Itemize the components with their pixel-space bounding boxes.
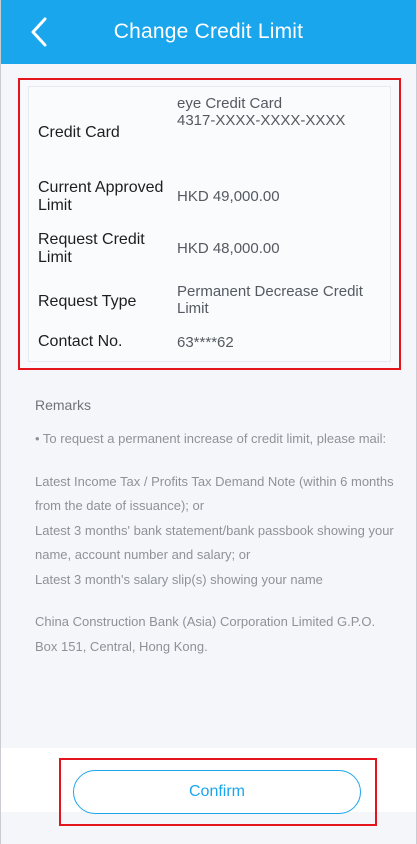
chevron-left-icon (31, 17, 47, 47)
detail-value: HKD 48,000.00 (177, 240, 280, 257)
detail-row-credit-card: Credit Card eye Credit Card 4317-XXXX-XX… (29, 95, 390, 155)
remarks-item: Latest Income Tax / Profits Tax Demand N… (35, 473, 394, 514)
detail-label: Request Type (38, 293, 137, 310)
request-details-highlight: Credit Card eye Credit Card 4317-XXXX-XX… (18, 78, 401, 370)
detail-row-request-type: Request Type Permanent Decrease Credit L… (29, 283, 390, 327)
detail-label: Credit Card (38, 124, 120, 141)
remarks-item: Latest 3 month's salary slip(s) showing … (35, 571, 323, 587)
detail-value: eye Credit Card 4317-XXXX-XXXX-XXXX (177, 95, 346, 129)
remarks-intro: • To request a permanent increase of cre… (35, 431, 387, 446)
detail-label: Current Approved Limit (38, 179, 164, 214)
confirm-button[interactable]: Confirm (73, 770, 361, 814)
header-bar: Change Credit Limit (1, 0, 416, 64)
remarks-item: Latest 3 months' bank statement/bank pas… (35, 522, 394, 563)
detail-label: Request Credit Limit (38, 231, 145, 266)
back-button[interactable] (23, 14, 55, 50)
remarks-section: Remarks • To request a permanent increas… (35, 397, 396, 659)
remarks-title: Remarks (35, 397, 92, 413)
detail-row-request-limit: Request Credit Limit HKD 48,000.00 (29, 231, 390, 275)
detail-value: Permanent Decrease Credit Limit (177, 283, 363, 317)
detail-value: 63****62 (177, 334, 234, 351)
change-credit-limit-screen: Change Credit Limit Credit Card eye Cred… (0, 0, 417, 844)
page-title: Change Credit Limit (113, 20, 304, 43)
bottom-strip (1, 830, 416, 844)
detail-label: Contact No. (38, 333, 123, 350)
remarks-address: China Construction Bank (Asia) Corporati… (35, 614, 376, 654)
request-details-card: Credit Card eye Credit Card 4317-XXXX-XX… (28, 86, 391, 362)
detail-value: HKD 49,000.00 (177, 188, 280, 205)
detail-row-current-limit: Current Approved Limit HKD 49,000.00 (29, 179, 390, 223)
detail-row-contact: Contact No. 63****62 (29, 333, 390, 357)
